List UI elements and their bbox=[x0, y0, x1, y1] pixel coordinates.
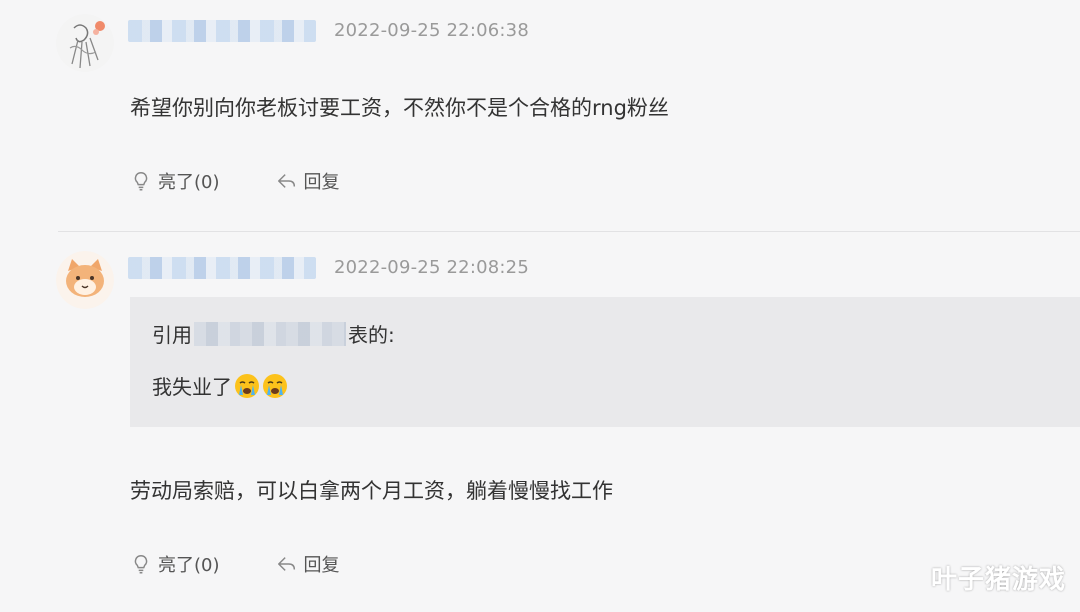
comment-text: 劳动局索赔，可以白拿两个月工资，躺着慢慢找工作 bbox=[130, 479, 613, 503]
reply-arrow-icon bbox=[277, 557, 295, 571]
like-count-label: 亮了(0) bbox=[158, 555, 220, 576]
comment-text: 希望你别向你老板讨要工资，不然你不是个合格的rng粉丝 bbox=[130, 96, 669, 120]
quote-attribution: 引用 表的: bbox=[152, 319, 395, 348]
username-2[interactable] bbox=[128, 257, 316, 279]
lightbulb-icon bbox=[134, 172, 148, 191]
reply-button[interactable]: 回复 bbox=[276, 551, 340, 577]
comment-divider bbox=[58, 231, 1080, 232]
like-button[interactable]: 亮了(0) bbox=[130, 551, 220, 577]
user-avatar-2[interactable] bbox=[56, 251, 114, 309]
comment-actions: 亮了(0) 回复 bbox=[130, 551, 340, 577]
crying-face-icon bbox=[235, 373, 259, 398]
comment-1: 2022-09-25 22:06:38 希望你别向你老板讨要工资，不然你不是个合… bbox=[0, 0, 1080, 232]
like-button[interactable]: 亮了(0) bbox=[130, 168, 220, 194]
cat-avatar-icon bbox=[56, 251, 114, 309]
quote-prefix: 引用 bbox=[152, 323, 192, 347]
user-avatar-1[interactable] bbox=[56, 14, 114, 72]
sketch-character-avatar-icon bbox=[56, 14, 114, 72]
lightbulb-icon bbox=[134, 555, 148, 574]
comment-timestamp: 2022-09-25 22:08:25 bbox=[334, 257, 529, 278]
comment-2: 2022-09-25 22:08:25 引用 表的: 我失业了 劳动局索赔，可以… bbox=[0, 233, 1080, 612]
quote-text: 我失业了 bbox=[152, 375, 232, 399]
like-count-label: 亮了(0) bbox=[158, 172, 220, 193]
reply-button[interactable]: 回复 bbox=[276, 168, 340, 194]
quoted-username bbox=[194, 321, 346, 346]
reply-label: 回复 bbox=[303, 555, 340, 576]
username-1[interactable] bbox=[128, 20, 316, 42]
comment-timestamp: 2022-09-25 22:06:38 bbox=[334, 20, 529, 41]
reply-label: 回复 bbox=[303, 172, 340, 193]
comment-actions: 亮了(0) 回复 bbox=[130, 168, 340, 194]
quoted-comment: 引用 表的: 我失业了 bbox=[130, 297, 1080, 427]
crying-face-icon bbox=[263, 373, 287, 398]
watermark: 叶子猪游戏 bbox=[930, 565, 1066, 595]
quote-body: 我失业了 bbox=[152, 371, 288, 400]
reply-arrow-icon bbox=[277, 174, 295, 188]
quote-suffix: 表的: bbox=[348, 323, 395, 347]
